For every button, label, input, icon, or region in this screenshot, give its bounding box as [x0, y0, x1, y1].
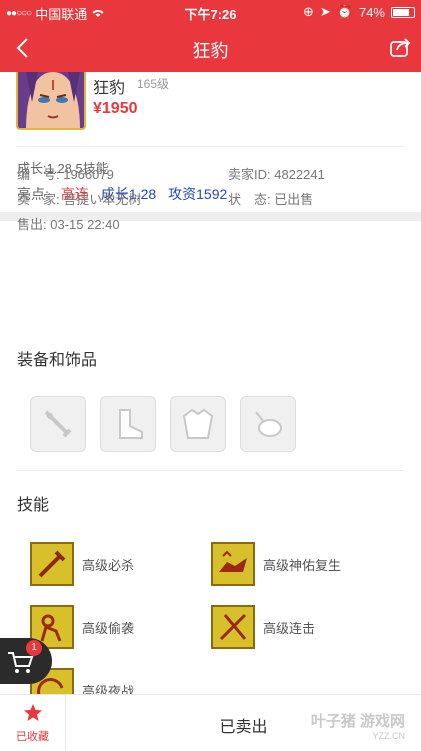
cart-button[interactable]: 1	[0, 638, 52, 684]
equipment-title: 装备和饰品	[17, 352, 98, 369]
rotation-lock-icon: ⊕	[302, 4, 314, 19]
sold-time: 售出: 03-15 22:40	[17, 217, 120, 232]
skill-name: 高级必杀	[82, 557, 135, 573]
favorite-label: 已收藏	[16, 731, 49, 743]
wolf-skill-icon	[211, 542, 255, 586]
status-bar: ●●○○○ 中国联通 下午7:26 ⊕ ➤ ⏰ 74%	[0, 0, 421, 24]
skill-item[interactable]: 高级神佑复生	[211, 542, 341, 586]
pet-level: 165级	[137, 77, 170, 91]
watermark-logo: 叶子猪 游戏网 YZZ.CN	[311, 710, 405, 741]
skills-title: 技能	[17, 497, 50, 514]
pet-name: 狂豹	[93, 80, 126, 97]
battery-icon	[391, 6, 415, 18]
skill-item[interactable]: 高级连击	[211, 605, 315, 649]
sword-skill-icon	[30, 542, 74, 586]
share-icon[interactable]	[387, 34, 413, 60]
skill-name: 高级神佑复生	[263, 557, 342, 573]
watermark-text: 叶子猪 游戏网	[310, 713, 405, 730]
listing-status: 状 态: 已出售	[228, 192, 314, 207]
skill-item[interactable]: 高级必杀	[30, 542, 134, 586]
price: ¥1950	[93, 100, 138, 117]
boots-icon[interactable]	[100, 396, 156, 452]
page-title: 狂豹	[192, 41, 229, 61]
bottom-bar: 已收藏 已卖出 叶子猪 游戏网 YZZ.CN	[0, 694, 421, 751]
weapon-icon[interactable]	[30, 396, 86, 452]
location-icon: ➤	[319, 4, 331, 19]
skill-name: 高级连击	[263, 620, 316, 636]
pet-avatar	[16, 72, 86, 130]
star-icon	[24, 704, 42, 721]
equipment-slots	[30, 396, 296, 452]
skill-name: 高级偷袭	[82, 620, 135, 636]
watermark-url: YZZ.CN	[372, 731, 406, 741]
seller-name: 卖 家: 菩提い本无树	[17, 192, 142, 207]
alarm-icon: ⏰	[336, 4, 353, 19]
cart-count-badge: 1	[26, 640, 42, 656]
divider	[16, 470, 405, 471]
favorite-button[interactable]: 已收藏	[0, 695, 66, 751]
combo-skill-icon	[211, 605, 255, 649]
skill-item[interactable]: 高级偷袭	[30, 605, 134, 649]
nav-bar: 狂豹	[0, 24, 421, 72]
battery-percent: 74%	[358, 4, 385, 20]
highlight-tag: 攻资1592	[168, 186, 228, 202]
seller-id: 卖家ID: 4822241	[228, 167, 325, 182]
armor-icon[interactable]	[170, 396, 226, 452]
accessory-icon[interactable]	[240, 396, 296, 452]
divider	[16, 146, 405, 147]
listing-id: 编 号: 1966079	[17, 167, 114, 182]
